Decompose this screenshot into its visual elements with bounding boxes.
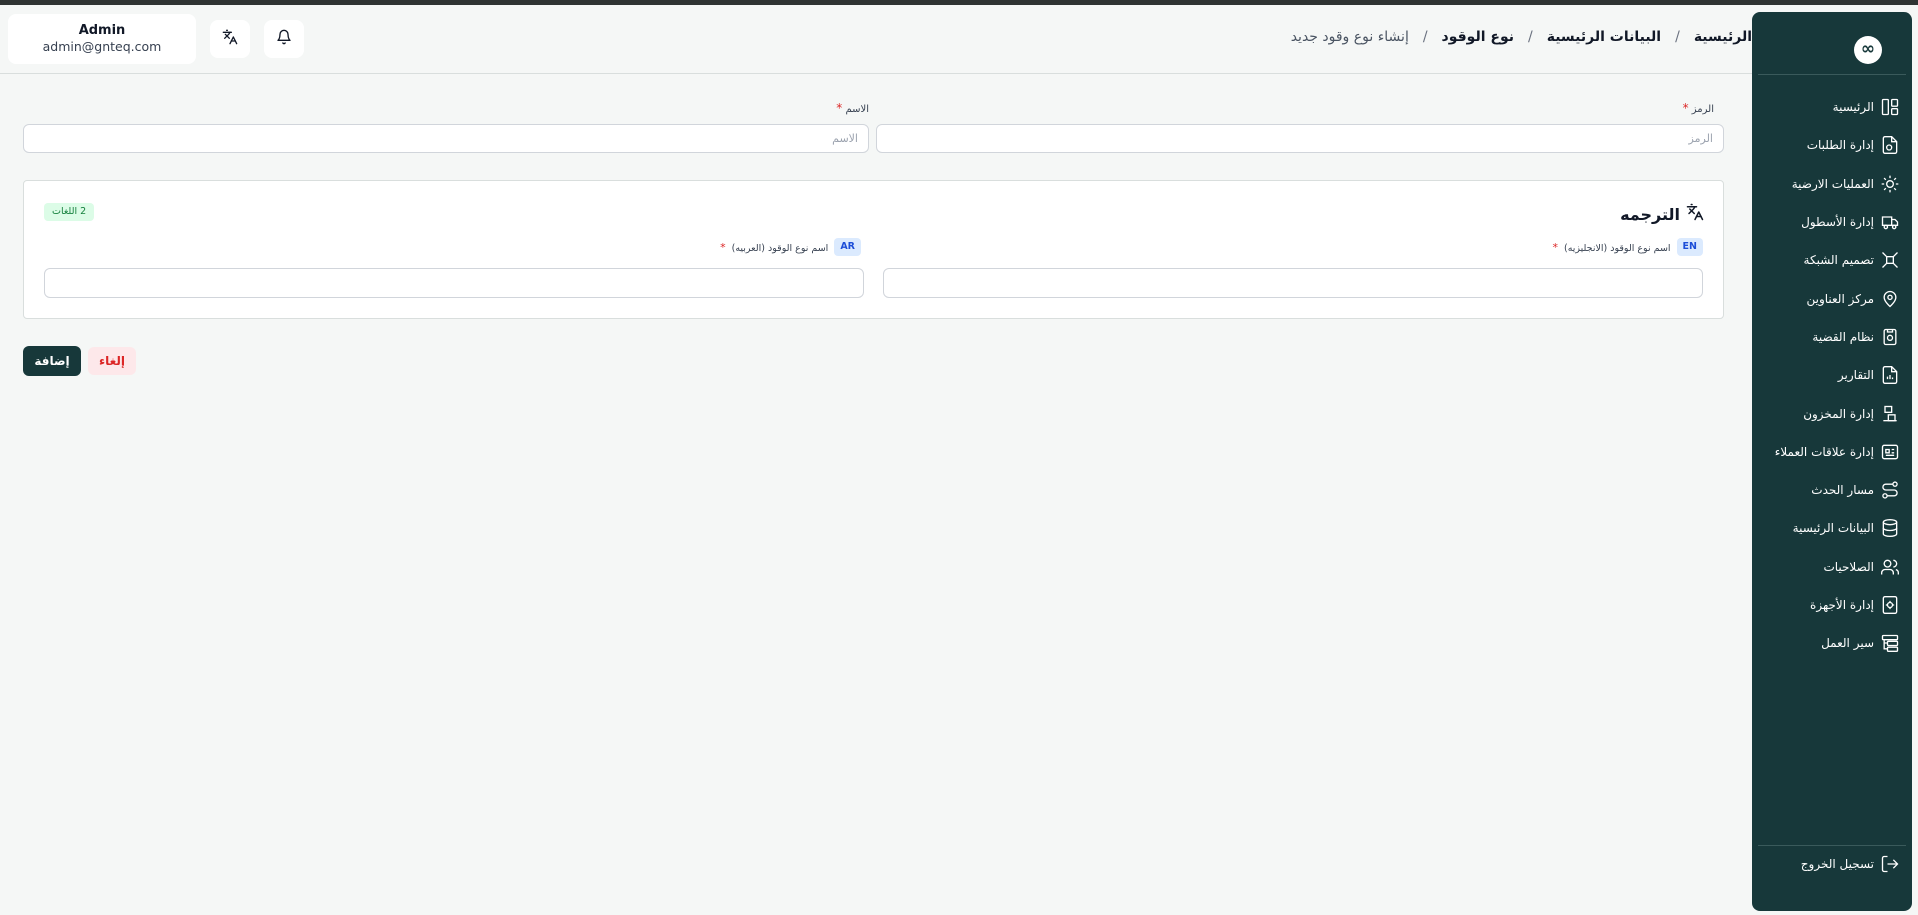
- orders-icon: [1880, 135, 1900, 155]
- sidebar-item-cases[interactable]: نظام القضية: [1752, 318, 1912, 356]
- sidebar-item-orders[interactable]: إدارة الطلبات: [1752, 126, 1912, 164]
- ground-ops-icon: [1880, 174, 1900, 194]
- sidebar-item-devices[interactable]: إدارة الأجهزة: [1752, 586, 1912, 624]
- english-name-label-text: اسم نوع الوقود (الانجليزيه) *: [1552, 241, 1670, 254]
- inventory-icon: [1880, 404, 1900, 424]
- sidebar-item-label: إدارة المخزون: [1803, 406, 1874, 421]
- breadcrumb-separator: /: [1527, 29, 1533, 45]
- arabic-name-label-text: اسم نوع الوقود (العربيه) *: [720, 241, 828, 254]
- app-logo: ∞: [1854, 36, 1882, 64]
- truck-icon: [1880, 212, 1900, 232]
- sidebar-item-permissions[interactable]: الصلاحيات: [1752, 548, 1912, 586]
- breadcrumb: الرئيسية / البيانات الرئيسية / نوع الوقو…: [1291, 29, 1752, 45]
- code-label-text: الرمز: [1691, 104, 1714, 115]
- case-icon: [1880, 327, 1900, 347]
- language-chip-ar: AR: [834, 238, 861, 256]
- sidebar-item-label: الرئيسية: [1832, 100, 1874, 115]
- english-name-label: EN اسم نوع الوقود (الانجليزيه) *: [1552, 238, 1703, 256]
- network-icon: [1880, 250, 1900, 270]
- required-mark: *: [1682, 101, 1689, 115]
- dashboard-icon: [1880, 97, 1900, 117]
- database-icon: [1880, 518, 1900, 538]
- sidebar-item-master-data[interactable]: البيانات الرئيسية: [1752, 509, 1912, 547]
- logout-button[interactable]: تسجيل الخروج: [1801, 845, 1912, 883]
- name-label-text: الاسم: [845, 104, 869, 115]
- sidebar-item-ground-ops[interactable]: العمليات الارضية: [1752, 165, 1912, 203]
- logout-icon: [1880, 854, 1900, 874]
- sidebar: ∞ الرئيسية إدارة الطلبات العمليات الارضي…: [1752, 12, 1912, 911]
- code-label: الرمز *: [1683, 101, 1714, 115]
- sidebar-item-workflow[interactable]: سير العمل: [1752, 624, 1912, 662]
- required-mark: *: [720, 240, 726, 254]
- breadcrumb-separator: /: [1422, 29, 1428, 45]
- breadcrumb-separator: /: [1675, 29, 1680, 45]
- bell-icon: [276, 29, 292, 49]
- sidebar-item-label: إدارة الأسطول: [1801, 215, 1874, 230]
- user-card[interactable]: Admin admin@gnteq.com: [8, 14, 196, 64]
- report-icon: [1880, 365, 1900, 385]
- sidebar-item-label: تصميم الشبكة: [1803, 253, 1874, 268]
- sidebar-item-home[interactable]: الرئيسية: [1752, 88, 1912, 126]
- user-email: admin@gnteq.com: [42, 39, 162, 54]
- translation-card: الترجمه 2 اللغات EN اسم نوع الوقود (الان…: [23, 180, 1724, 319]
- sidebar-item-label: البيانات الرئيسية: [1792, 521, 1874, 536]
- translate-icon: [1686, 203, 1704, 225]
- english-name-label-caption: اسم نوع الوقود (الانجليزيه): [1563, 242, 1671, 254]
- translation-header: الترجمه: [1620, 203, 1704, 225]
- sidebar-item-label: العمليات الارضية: [1791, 176, 1874, 191]
- breadcrumb-fuel-type[interactable]: نوع الوقود: [1442, 29, 1514, 45]
- name-label: الاسم *: [836, 101, 869, 115]
- sidebar-item-label: نظام القضية: [1812, 329, 1874, 344]
- arabic-name-label: AR اسم نوع الوقود (العربيه) *: [720, 238, 861, 256]
- crm-icon: [1880, 442, 1900, 462]
- language-chip-en: EN: [1676, 238, 1703, 256]
- user-name: Admin: [78, 23, 126, 38]
- sidebar-item-addresses[interactable]: مركز العناوين: [1752, 279, 1912, 317]
- breadcrumb-current: إنشاء نوع وقود جديد: [1290, 29, 1409, 45]
- sidebar-item-inventory[interactable]: إدارة المخزون: [1752, 394, 1912, 432]
- sidebar-item-label: إدارة علاقات العملاء: [1774, 444, 1874, 459]
- cancel-button[interactable]: إلغاء: [88, 347, 136, 375]
- sidebar-item-label: مسار الحدث: [1811, 483, 1874, 498]
- location-icon: [1880, 289, 1900, 309]
- device-gear-icon: [1880, 595, 1900, 615]
- workflow-icon: [1880, 633, 1900, 653]
- sidebar-item-crm[interactable]: إدارة علاقات العملاء: [1752, 433, 1912, 471]
- sidebar-item-label: إدارة الطلبات: [1806, 138, 1874, 153]
- sidebar-item-network[interactable]: تصميم الشبكة: [1752, 241, 1912, 279]
- name-input[interactable]: [23, 124, 869, 153]
- sidebar-nav: الرئيسية إدارة الطلبات العمليات الارضية …: [1752, 88, 1912, 662]
- english-name-input[interactable]: [883, 268, 1703, 298]
- arabic-name-input[interactable]: [44, 268, 864, 298]
- breadcrumb-home[interactable]: الرئيسية: [1694, 29, 1752, 45]
- translate-icon: [222, 29, 238, 49]
- arabic-name-label-caption: اسم نوع الوقود (العربيه): [731, 242, 829, 254]
- language-button[interactable]: [210, 20, 250, 58]
- sidebar-item-fleet[interactable]: إدارة الأسطول: [1752, 203, 1912, 241]
- code-input[interactable]: [876, 124, 1724, 153]
- notifications-button[interactable]: [264, 20, 304, 58]
- sidebar-divider: [1758, 74, 1906, 75]
- sidebar-item-label: سير العمل: [1821, 636, 1874, 651]
- breadcrumb-master-data[interactable]: البيانات الرئيسية: [1547, 29, 1661, 45]
- sidebar-item-reports[interactable]: التقارير: [1752, 356, 1912, 394]
- route-icon: [1880, 480, 1900, 500]
- sidebar-item-label: الصلاحيات: [1823, 559, 1874, 574]
- required-mark: *: [836, 101, 843, 115]
- logout-label: تسجيل الخروج: [1800, 856, 1874, 871]
- languages-count-badge: 2 اللغات: [44, 203, 95, 221]
- add-button[interactable]: إضافة: [23, 346, 81, 376]
- sidebar-item-label: التقارير: [1837, 368, 1874, 383]
- sidebar-item-label: إدارة الأجهزة: [1810, 598, 1874, 612]
- top-header: Admin admin@gnteq.com الرئيسية / البيانا…: [0, 5, 1760, 74]
- users-icon: [1880, 557, 1900, 577]
- sidebar-item-event-route[interactable]: مسار الحدث: [1752, 471, 1912, 509]
- translation-title: الترجمه: [1620, 204, 1680, 224]
- required-mark: *: [1552, 240, 1558, 254]
- sidebar-item-label: مركز العناوين: [1806, 291, 1874, 306]
